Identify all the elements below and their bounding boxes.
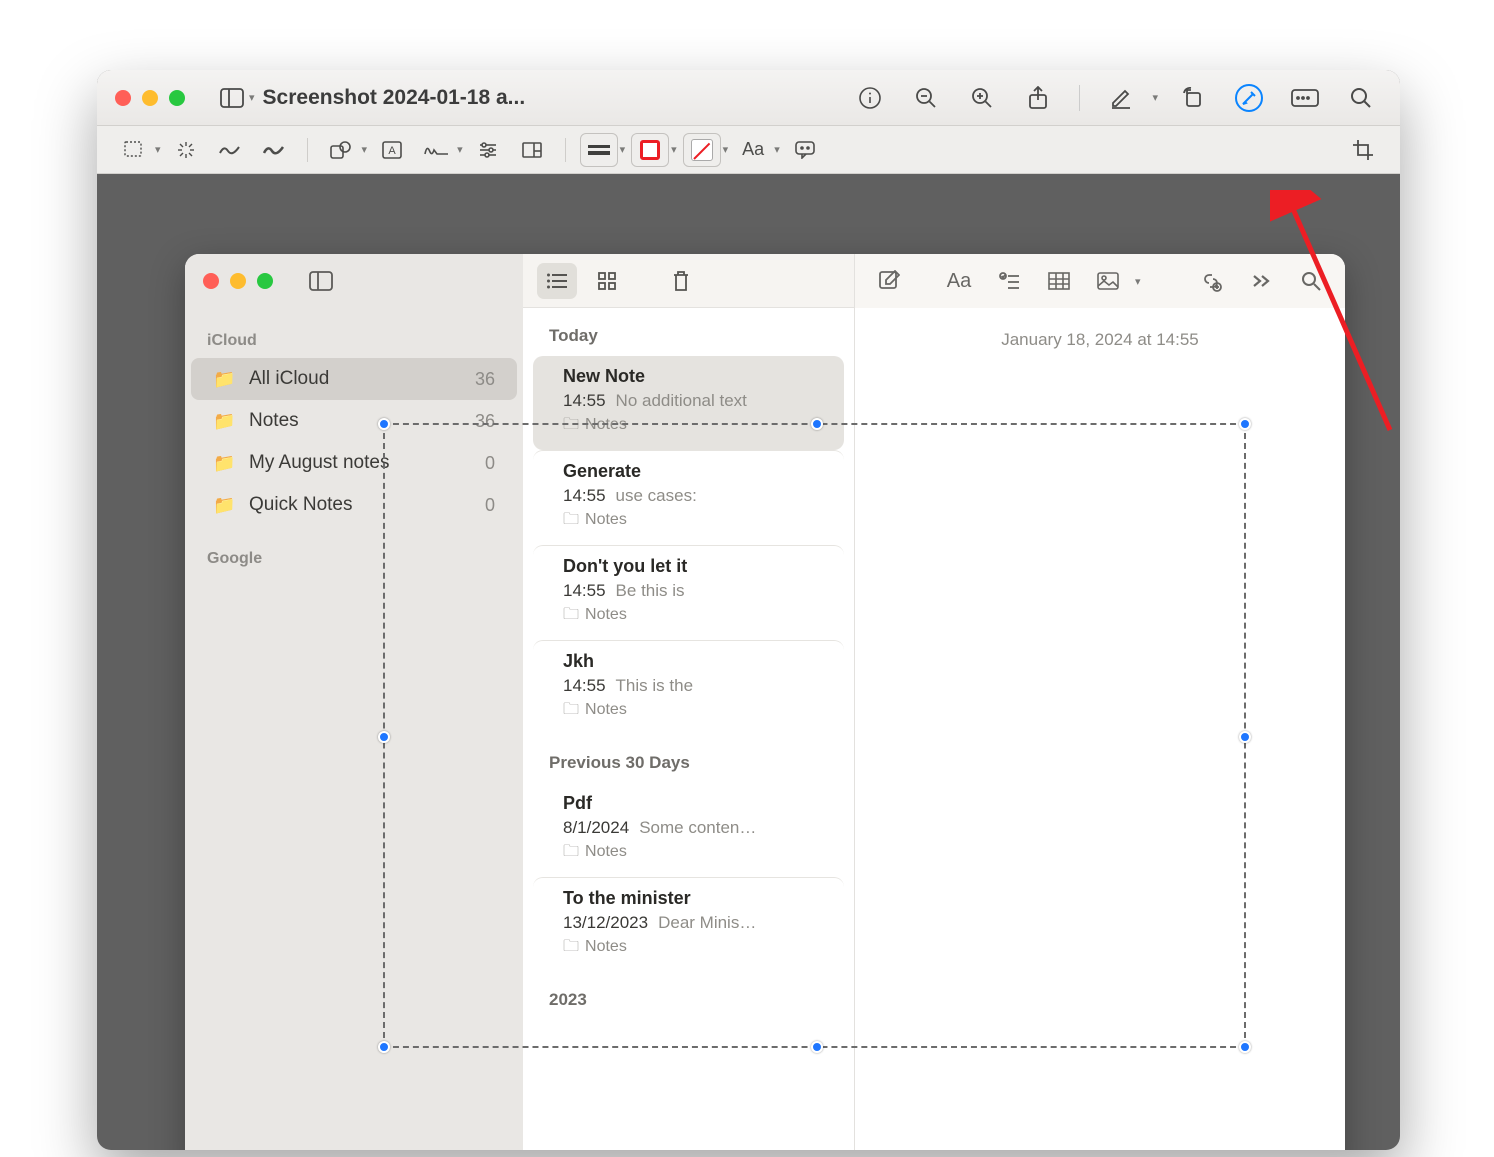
shapes-dropdown-icon[interactable]: ▾ <box>362 143 368 156</box>
close-button[interactable] <box>115 90 131 106</box>
folder-label: All iCloud <box>249 368 329 390</box>
border-color-swatch <box>640 140 660 160</box>
more-button[interactable] <box>1241 263 1281 299</box>
svg-text:A: A <box>388 145 396 157</box>
notes-editor-toolbar: Aa ▾ <box>855 254 1345 308</box>
media-dropdown-icon[interactable]: ▾ <box>1135 275 1141 288</box>
draw-button[interactable] <box>255 133 293 167</box>
preview-window: ▾ Screenshot 2024-01-18 a... ▾ ▾ ▾ A ▾ <box>97 70 1400 1150</box>
markup-toolbar: ▾ ▾ A ▾ ▾ ▾ ▾ Aa ▾ <box>97 126 1400 174</box>
preview-titlebar: ▾ Screenshot 2024-01-18 a... ▾ <box>97 70 1400 126</box>
folder-icon: 📁 <box>213 369 237 390</box>
minimize-button[interactable] <box>142 90 158 106</box>
selection-handle-e[interactable] <box>1239 731 1251 743</box>
text-button[interactable]: A <box>373 133 411 167</box>
shape-style-button[interactable] <box>580 133 618 167</box>
selection-tool-button[interactable] <box>115 133 153 167</box>
zoom-out-button[interactable] <box>905 77 947 119</box>
sign-dropdown-icon[interactable]: ▾ <box>457 143 463 156</box>
folder-label: My August notes <box>249 452 389 474</box>
crop-button[interactable] <box>1344 133 1382 167</box>
search-button[interactable] <box>1340 77 1382 119</box>
note-snippet: No additional text <box>616 391 747 410</box>
section-today: Today <box>523 308 854 356</box>
folder-label: Quick Notes <box>249 494 352 516</box>
sign-button[interactable] <box>417 133 455 167</box>
separator <box>307 138 308 162</box>
sketch-button[interactable] <box>211 133 249 167</box>
folder-all-icloud[interactable]: 📁 All iCloud 36 <box>191 358 517 400</box>
media-button[interactable] <box>1089 263 1129 299</box>
folder-icon: 📁 <box>213 453 237 474</box>
selection-handle-se[interactable] <box>1239 1041 1251 1053</box>
notes-list-toolbar <box>523 254 854 308</box>
border-color-button[interactable] <box>631 133 669 167</box>
text-style-button[interactable]: Aa <box>734 133 772 167</box>
account-label-icloud: iCloud <box>207 332 523 350</box>
notes-maximize-button[interactable] <box>257 273 273 289</box>
note-time: 14:55 <box>563 391 606 410</box>
info-button[interactable] <box>849 77 891 119</box>
selection-handle-nw[interactable] <box>378 418 390 430</box>
folder-count: 36 <box>475 369 495 390</box>
folder-label: Notes <box>249 410 299 432</box>
shapes-button[interactable] <box>322 133 360 167</box>
selection-rectangle[interactable] <box>383 423 1246 1048</box>
grid-view-button[interactable] <box>587 263 627 299</box>
notes-sidebar-toggle-button[interactable] <box>304 264 338 298</box>
title-toolbar-group: ▾ <box>849 77 1382 119</box>
instant-alpha-button[interactable] <box>167 133 205 167</box>
shape-style-dropdown-icon[interactable]: ▾ <box>620 143 626 156</box>
note-date: January 18, 2024 at 14:55 <box>855 308 1345 360</box>
notes-sidebar-top <box>185 254 523 308</box>
selection-handle-ne[interactable] <box>1239 418 1251 430</box>
markup-toggle-button[interactable] <box>1228 77 1270 119</box>
zoom-in-button[interactable] <box>961 77 1003 119</box>
checklist-button[interactable] <box>989 263 1029 299</box>
document-title: Screenshot 2024-01-18 a... <box>263 86 526 110</box>
rotate-button[interactable] <box>1172 77 1214 119</box>
note-title: New Note <box>563 366 826 387</box>
maximize-button[interactable] <box>169 90 185 106</box>
table-button[interactable] <box>1039 263 1079 299</box>
text-style-label: Aa <box>742 139 764 160</box>
border-color-dropdown-icon[interactable]: ▾ <box>671 143 677 156</box>
format-label: Aa <box>947 270 971 293</box>
share-button[interactable] <box>1017 77 1059 119</box>
new-note-button[interactable] <box>869 263 909 299</box>
fill-color-dropdown-icon[interactable]: ▾ <box>723 143 729 156</box>
annotate-button[interactable] <box>786 133 824 167</box>
list-view-button[interactable] <box>537 263 577 299</box>
notes-search-button[interactable] <box>1291 263 1331 299</box>
fill-color-button[interactable] <box>683 133 721 167</box>
selection-handle-sw[interactable] <box>378 1041 390 1053</box>
traffic-lights <box>115 90 185 106</box>
link-button[interactable] <box>1191 263 1231 299</box>
selection-handle-s[interactable] <box>811 1041 823 1053</box>
folder-icon: 📁 <box>213 495 237 516</box>
notes-minimize-button[interactable] <box>230 273 246 289</box>
adjust-color-button[interactable] <box>469 133 507 167</box>
edit-dropdown-icon[interactable]: ▾ <box>1152 91 1158 104</box>
adjust-size-button[interactable] <box>513 133 551 167</box>
folder-icon: 📁 <box>213 411 237 432</box>
delete-button[interactable] <box>661 263 701 299</box>
selection-handle-w[interactable] <box>378 731 390 743</box>
separator <box>1079 85 1080 111</box>
format-button[interactable]: Aa <box>939 263 979 299</box>
form-fill-button[interactable] <box>1284 77 1326 119</box>
sidebar-dropdown-icon[interactable]: ▾ <box>249 91 255 104</box>
edit-pen-button[interactable] <box>1100 77 1142 119</box>
separator <box>565 138 566 162</box>
selection-handle-n[interactable] <box>811 418 823 430</box>
sidebar-toggle-button[interactable] <box>211 77 253 119</box>
text-style-dropdown-icon[interactable]: ▾ <box>774 143 780 156</box>
notes-close-button[interactable] <box>203 273 219 289</box>
fill-color-swatch <box>691 139 713 161</box>
selection-dropdown-icon[interactable]: ▾ <box>155 143 161 156</box>
